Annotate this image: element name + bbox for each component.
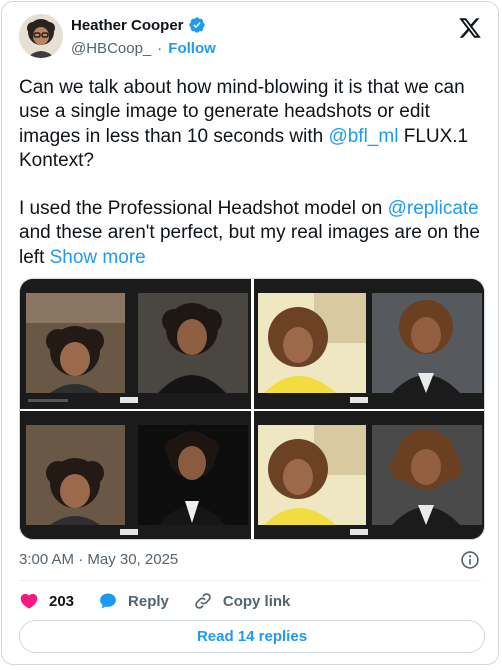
author-name-row: Heather Cooper	[71, 16, 206, 34]
mention-replicate-link[interactable]: @replicate	[388, 198, 479, 219]
tweet-text: Can we talk about how mind-blowing it is…	[19, 76, 487, 294]
tweet-timestamp[interactable]: 3:00 AM · May 30, 2025	[19, 551, 178, 568]
follow-button[interactable]: Follow	[168, 40, 216, 57]
mention-bfl-link[interactable]: @bfl_ml	[328, 126, 398, 147]
action-bar: 203 Reply Copy link	[19, 591, 314, 611]
tweet-card: Heather Cooper @HBCoop_ · Follow Can we …	[1, 1, 499, 665]
like-count: 203	[49, 592, 75, 610]
author-handle-row: @HBCoop_ · Follow	[71, 40, 216, 57]
media-image-2[interactable]	[254, 279, 484, 409]
author-handle[interactable]: @HBCoop_	[71, 40, 151, 57]
verified-badge-icon	[188, 17, 205, 33]
show-more-link[interactable]: Show more	[50, 247, 146, 268]
reply-label: Reply	[128, 592, 169, 610]
avatar[interactable]	[19, 14, 63, 58]
media-image-1[interactable]	[20, 279, 251, 409]
tweet-paragraph-2: I used the Professional Headshot model o…	[19, 197, 487, 270]
copy-link-button[interactable]: Copy link	[193, 591, 291, 611]
author-name[interactable]: Heather Cooper	[71, 17, 184, 34]
divider	[19, 580, 481, 581]
separator-dot: ·	[157, 40, 163, 57]
media-image-3[interactable]	[20, 411, 251, 539]
tweet-paragraph-1: Can we talk about how mind-blowing it is…	[19, 76, 487, 173]
like-button[interactable]: 203	[19, 591, 74, 611]
media-grid	[19, 278, 485, 540]
reply-button[interactable]: Reply	[98, 591, 169, 611]
link-icon	[195, 593, 211, 609]
reply-bubble-icon	[100, 593, 116, 609]
media-image-4[interactable]	[254, 411, 484, 539]
text-span: I used the Professional Headshot model o…	[19, 198, 388, 220]
heart-icon	[20, 593, 38, 609]
info-icon[interactable]	[460, 550, 480, 570]
read-replies-button[interactable]: Read 14 replies	[19, 620, 485, 653]
x-logo-icon[interactable]	[458, 16, 482, 40]
copy-link-label: Copy link	[222, 592, 291, 610]
